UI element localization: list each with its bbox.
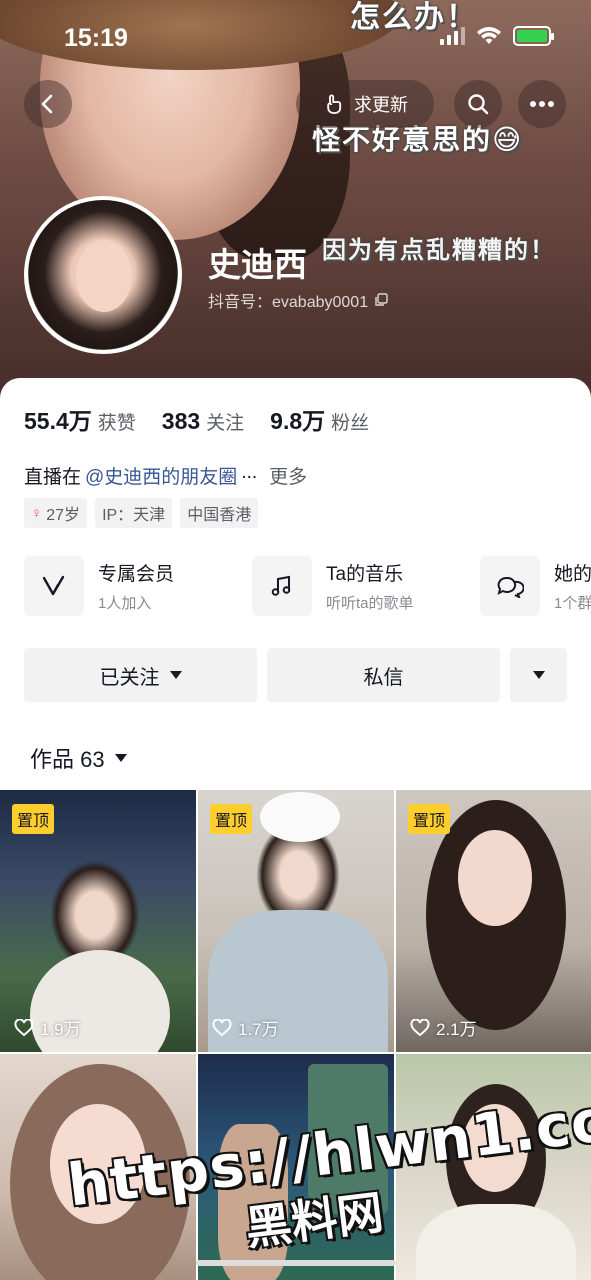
feature-music-sub: 听听ta的歌单 [326,595,414,612]
heart-icon [212,1018,232,1036]
feature-music[interactable]: Ta的音乐 听听ta的歌单 [252,556,480,616]
like-count-text: 2.1万 [436,1020,477,1039]
pinned-badge: 置顶 [408,804,451,834]
like-count-text: 1.9万 [40,1020,81,1039]
stats-row: 55.4万 获赞 383 关注 9.8万 粉丝 [24,402,369,436]
feature-groups[interactable]: 她的群 1个群聊 [480,556,591,616]
bio: 直播在 @史迪西的朋友圈 ... 更多 [24,462,307,489]
feature-membership-title: 专属会员 [98,564,175,585]
feature-groups-sub: 1个群聊 [554,595,591,612]
chat-group-icon [480,556,540,616]
douyin-id-text: 抖音号：evababy0001 [208,294,369,311]
age-tag: ♀ 27岁 [24,498,88,528]
pinned-badge: 置顶 [12,804,55,834]
copy-icon[interactable] [374,293,388,307]
stat-following[interactable]: 383 关注 [162,408,244,435]
bio-ellipsis: ... [241,462,258,483]
profile-info-sheet: 55.4万 获赞 383 关注 9.8万 粉丝 直播在 @史迪西的朋友圈 ...… [0,378,591,798]
followed-button-label: 已关注 [99,666,160,689]
age-text: 27岁 [46,507,81,524]
more-dots-icon [530,101,554,107]
feature-membership[interactable]: 专属会员 1人加入 [24,556,252,616]
search-icon [468,94,489,115]
ip-tag: IP：天津 [95,498,173,528]
like-count: 1.7万 [212,1015,279,1040]
vip-icon [24,556,84,616]
wifi-icon [477,27,501,44]
stat-followers-value: 9.8万 [270,408,326,434]
cellular-signal-icon [440,27,465,45]
like-count: 1.9万 [14,1015,81,1040]
pinned-badge: 置顶 [210,804,253,834]
caret-down-icon [532,671,545,679]
stat-followers-label: 粉丝 [331,413,370,434]
bio-mention-link[interactable]: @史迪西的朋友圈 [85,462,237,489]
avatar-face [76,240,132,312]
video-thumbnail[interactable]: 置顶 1.9万 [0,790,196,1052]
action-buttons: 已关注 私信 [24,648,567,702]
message-button[interactable]: 私信 [267,648,500,702]
like-count-text: 1.7万 [238,1020,279,1039]
bio-prefix: 直播在 [24,467,82,488]
bio-more-link[interactable]: 更多 [269,462,307,489]
music-note-icon [252,556,312,616]
video-thumbnail[interactable]: 置顶 1.7万 [198,790,394,1052]
feature-membership-sub: 1人加入 [98,595,152,612]
stat-likes-label: 获赞 [97,413,136,434]
stat-followers[interactable]: 9.8万 粉丝 [270,402,369,436]
female-icon: ♀ [31,504,43,522]
back-button[interactable] [24,80,72,128]
banner-caption-3: 因为有点乱糟糟的！ [322,236,556,264]
tab-works-label: 作品 63 [30,747,105,772]
hand-point-icon [327,94,342,114]
stat-likes-value: 55.4万 [24,408,92,434]
feature-row: 专属会员 1人加入 Ta的音乐 听听ta的歌单 她的群 1个群聊 [24,556,591,616]
feature-music-title: Ta的音乐 [326,564,404,585]
battery-icon [513,26,554,46]
video-thumbnail[interactable]: 置顶 2.1万 [396,790,591,1052]
region-tag: 中国香港 [180,498,259,528]
followed-button[interactable]: 已关注 [24,648,257,702]
request-update-button[interactable]: 求更新 [296,80,434,128]
thumbnail-hat [260,792,340,842]
avatar[interactable] [24,196,182,354]
status-icons [440,26,554,46]
thumbnail-face [458,830,532,926]
stat-following-label: 关注 [206,413,245,434]
feature-groups-title: 她的群 [554,564,591,585]
status-time: 15:19 [64,24,128,52]
profile-tags: ♀ 27岁 IP：天津 中国香港 [24,498,259,528]
home-indicator[interactable] [196,1260,396,1266]
douyin-id[interactable]: 抖音号：evababy0001 [208,288,388,312]
heart-icon [410,1018,430,1036]
chevron-left-icon [41,94,53,114]
search-button[interactable] [454,80,502,128]
heart-icon [14,1018,34,1036]
stat-following-value: 383 [161,408,201,434]
caret-down-icon [169,671,182,679]
request-update-label: 求更新 [354,95,408,115]
stat-likes[interactable]: 55.4万 获赞 [24,402,136,436]
more-options-dropdown[interactable] [510,648,567,702]
profile-name: 史迪西 [208,246,307,283]
message-button-label: 私信 [363,666,404,689]
like-count: 2.1万 [410,1015,477,1040]
tab-works[interactable]: 作品 63 [30,742,127,774]
more-button[interactable] [518,80,566,128]
caret-down-icon [114,754,127,762]
